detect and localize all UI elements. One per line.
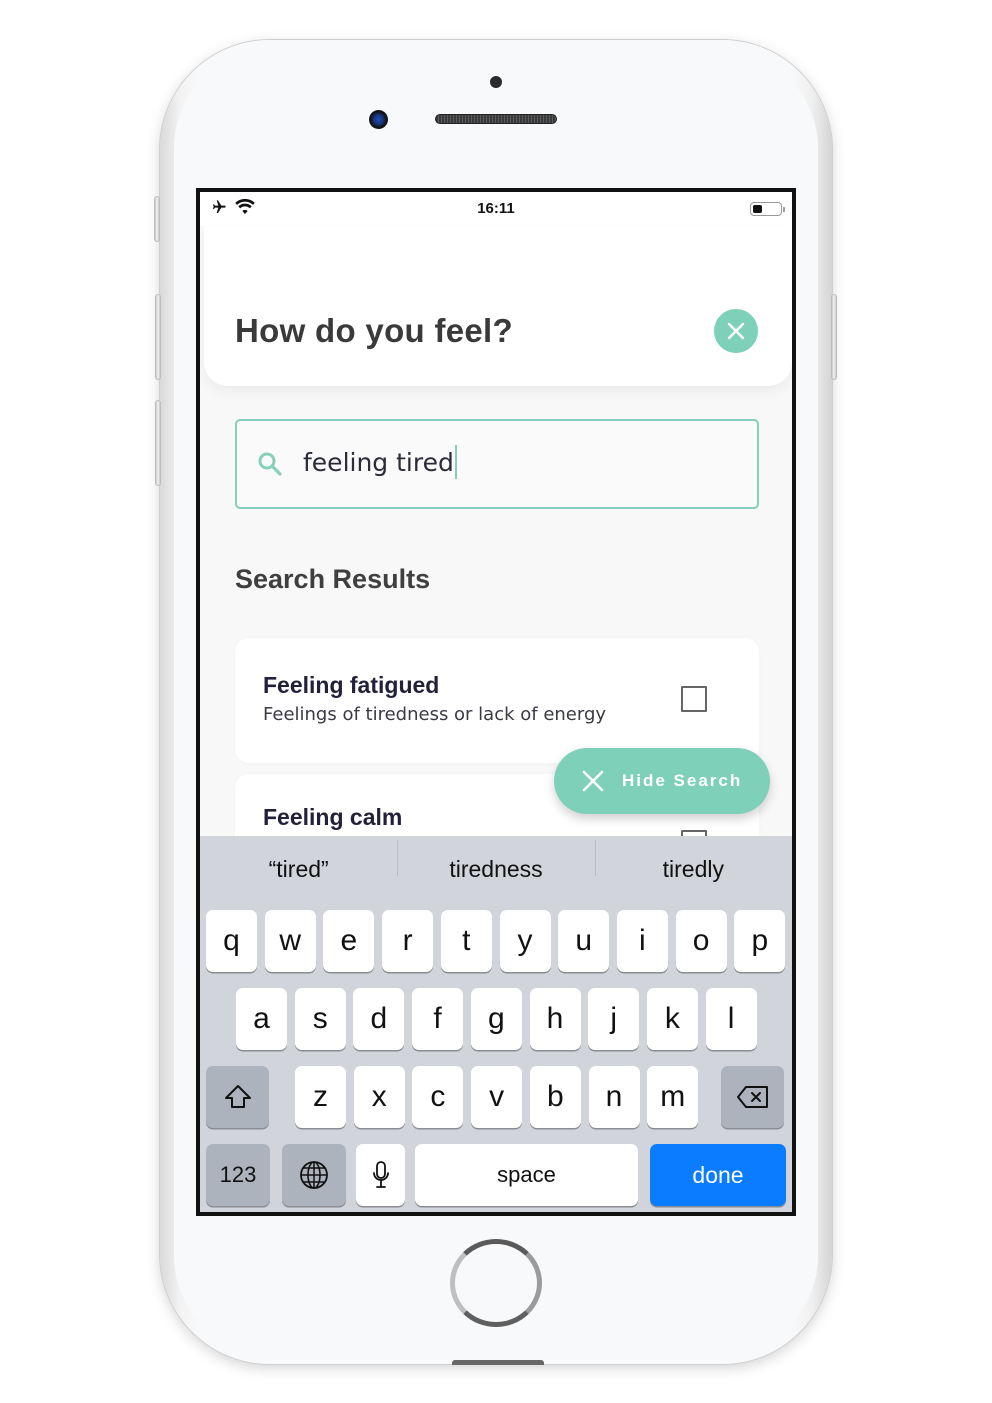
phone-screen: 16:11 How do you feel? feeling tired Sea… [196, 188, 796, 1216]
status-bar: 16:11 [200, 192, 792, 226]
result-checkbox[interactable] [681, 686, 707, 712]
key-a[interactable]: a [236, 988, 287, 1050]
hide-search-button[interactable]: Hide Search [554, 748, 770, 814]
shift-icon [224, 1085, 251, 1108]
key-v[interactable]: v [471, 1066, 523, 1128]
search-input[interactable]: feeling tired [303, 445, 457, 479]
page-title: How do you feel? [235, 312, 513, 349]
key-g[interactable]: g [470, 988, 522, 1050]
result-title: Feeling fatigued [263, 672, 440, 698]
close-icon [582, 770, 604, 792]
key-w[interactable]: w [264, 910, 316, 972]
power-button [831, 294, 837, 380]
result-item[interactable]: Feeling fatigued Feelings of tiredness o… [235, 638, 759, 763]
key-u[interactable]: u [558, 910, 610, 972]
key-q[interactable]: q [206, 910, 257, 972]
suggestion-item[interactable]: “tired” [200, 856, 397, 883]
suggestion-item[interactable]: tiredness [397, 839, 594, 883]
key-o[interactable]: o [675, 910, 727, 972]
done-key[interactable]: done [650, 1144, 786, 1206]
front-camera [369, 110, 388, 129]
result-description: Feelings of tiredness or lack of energy [263, 704, 607, 725]
backspace-key[interactable] [721, 1066, 784, 1128]
volume-down-button [155, 400, 161, 486]
suggestion-item[interactable]: tiredly [594, 839, 792, 883]
key-r[interactable]: r [382, 910, 434, 972]
volume-up-button [155, 294, 161, 380]
mute-switch [154, 196, 160, 242]
key-e[interactable]: e [323, 910, 375, 972]
key-d[interactable]: d [353, 988, 405, 1050]
phone-bottom-edge [452, 1360, 544, 1365]
key-x[interactable]: x [353, 1066, 405, 1128]
suggestion-bar: “tired” tiredness tiredly [200, 836, 792, 902]
key-z[interactable]: z [295, 1066, 346, 1128]
key-y[interactable]: y [499, 910, 551, 972]
key-m[interactable]: m [647, 1066, 699, 1128]
key-j[interactable]: j [588, 988, 640, 1050]
hide-search-label: Hide Search [622, 771, 743, 790]
status-time: 16:11 [477, 200, 515, 217]
key-n[interactable]: n [588, 1066, 640, 1128]
shift-key[interactable] [206, 1066, 269, 1128]
close-icon [727, 322, 745, 340]
key-i[interactable]: i [616, 910, 668, 972]
globe-icon [300, 1161, 328, 1189]
search-results-heading: Search Results [235, 564, 431, 594]
search-field[interactable]: feeling tired [235, 419, 759, 509]
key-t[interactable]: t [440, 910, 492, 972]
backspace-icon [736, 1086, 768, 1108]
close-button[interactable] [714, 309, 758, 353]
key-k[interactable]: k [646, 988, 698, 1050]
home-button[interactable] [450, 1239, 542, 1327]
key-c[interactable]: c [412, 1066, 464, 1128]
keyboard: “tired” tiredness tiredly qwertyuiop asdf… [200, 836, 792, 1212]
key-f[interactable]: f [412, 988, 464, 1050]
key-h[interactable]: h [529, 988, 581, 1050]
result-title: Feeling calm [263, 804, 403, 830]
key-p[interactable]: p [734, 910, 786, 972]
space-key[interactable]: space [415, 1144, 638, 1206]
text-caret [454, 445, 457, 479]
search-input-value: feeling tired [303, 447, 454, 477]
key-l[interactable]: l [705, 988, 757, 1050]
header-card [204, 226, 792, 386]
globe-key[interactable] [282, 1144, 346, 1206]
key-s[interactable]: s [294, 988, 346, 1050]
proximity-sensor [490, 76, 502, 88]
search-icon [257, 451, 283, 482]
earpiece-speaker [435, 114, 557, 124]
microphone-key[interactable] [356, 1144, 405, 1206]
key-b[interactable]: b [529, 1066, 581, 1128]
numbers-key[interactable]: 123 [206, 1144, 270, 1206]
battery-level [753, 205, 763, 213]
microphone-icon [372, 1161, 389, 1188]
battery-icon [750, 202, 785, 216]
